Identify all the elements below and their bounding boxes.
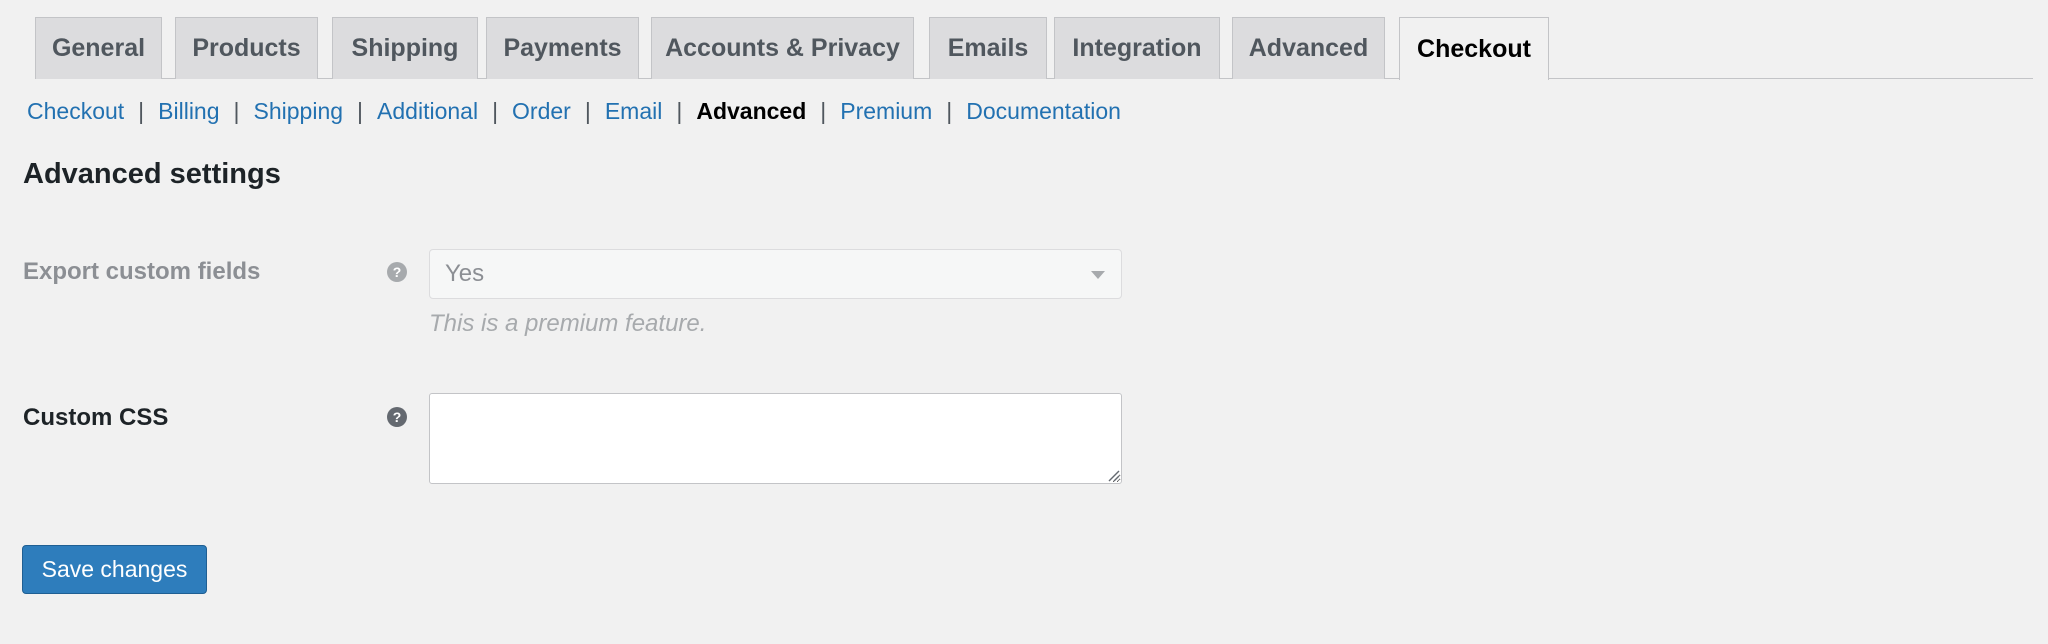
- tab-advanced[interactable]: Advanced: [1232, 17, 1385, 79]
- help-icon[interactable]: ?: [387, 262, 407, 282]
- help-icon-glyph: ?: [392, 264, 402, 280]
- tab-general[interactable]: General: [35, 17, 162, 79]
- subnav-advanced: Advanced: [696, 97, 807, 124]
- subnav-separator: |: [138, 97, 145, 124]
- subnav-premium[interactable]: Premium: [840, 98, 932, 125]
- subnav-documentation[interactable]: Documentation: [966, 98, 1121, 125]
- subnav-shipping[interactable]: Shipping: [254, 98, 344, 125]
- premium-feature-note: This is a premium feature.: [429, 310, 707, 337]
- help-icon-glyph: ?: [392, 409, 402, 425]
- tab-products[interactable]: Products: [175, 17, 318, 79]
- subnav-separator: |: [820, 97, 827, 124]
- help-icon[interactable]: ?: [387, 407, 407, 427]
- subnav-separator: |: [584, 97, 591, 124]
- custom-css-label: Custom CSS: [23, 404, 169, 431]
- tab-checkout[interactable]: Checkout: [1399, 17, 1549, 80]
- tab-emails[interactable]: Emails: [929, 17, 1047, 79]
- subnav-checkout[interactable]: Checkout: [27, 98, 124, 125]
- settings-page: General Products Shipping Payments Accou…: [0, 0, 2048, 644]
- subnav-separator: |: [492, 97, 499, 124]
- subnav-separator: |: [357, 97, 364, 124]
- subnav-order[interactable]: Order: [512, 98, 571, 125]
- subnav-billing[interactable]: Billing: [158, 98, 219, 125]
- custom-css-textarea[interactable]: [429, 393, 1122, 484]
- subsection-nav: Checkout | Billing | Shipping | Addition…: [27, 95, 1121, 127]
- subnav-separator: |: [946, 97, 953, 124]
- subnav-separator: |: [233, 97, 240, 124]
- tab-payments[interactable]: Payments: [486, 17, 639, 79]
- select-value: Yes: [445, 260, 485, 287]
- tab-shipping[interactable]: Shipping: [332, 17, 478, 79]
- subnav-additional[interactable]: Additional: [377, 98, 478, 125]
- chevron-down-icon: [1091, 271, 1105, 279]
- export-custom-fields-select[interactable]: Yes: [429, 249, 1122, 299]
- subnav-separator: |: [676, 97, 683, 124]
- section-title: Advanced settings: [23, 158, 281, 190]
- save-changes-button[interactable]: Save changes: [22, 545, 207, 594]
- tab-accounts-privacy[interactable]: Accounts & Privacy: [651, 17, 914, 79]
- subnav-email[interactable]: Email: [605, 98, 663, 125]
- settings-tabs: General Products Shipping Payments Accou…: [35, 17, 2033, 80]
- tab-integration[interactable]: Integration: [1054, 17, 1220, 79]
- export-custom-fields-label: Export custom fields: [23, 258, 261, 285]
